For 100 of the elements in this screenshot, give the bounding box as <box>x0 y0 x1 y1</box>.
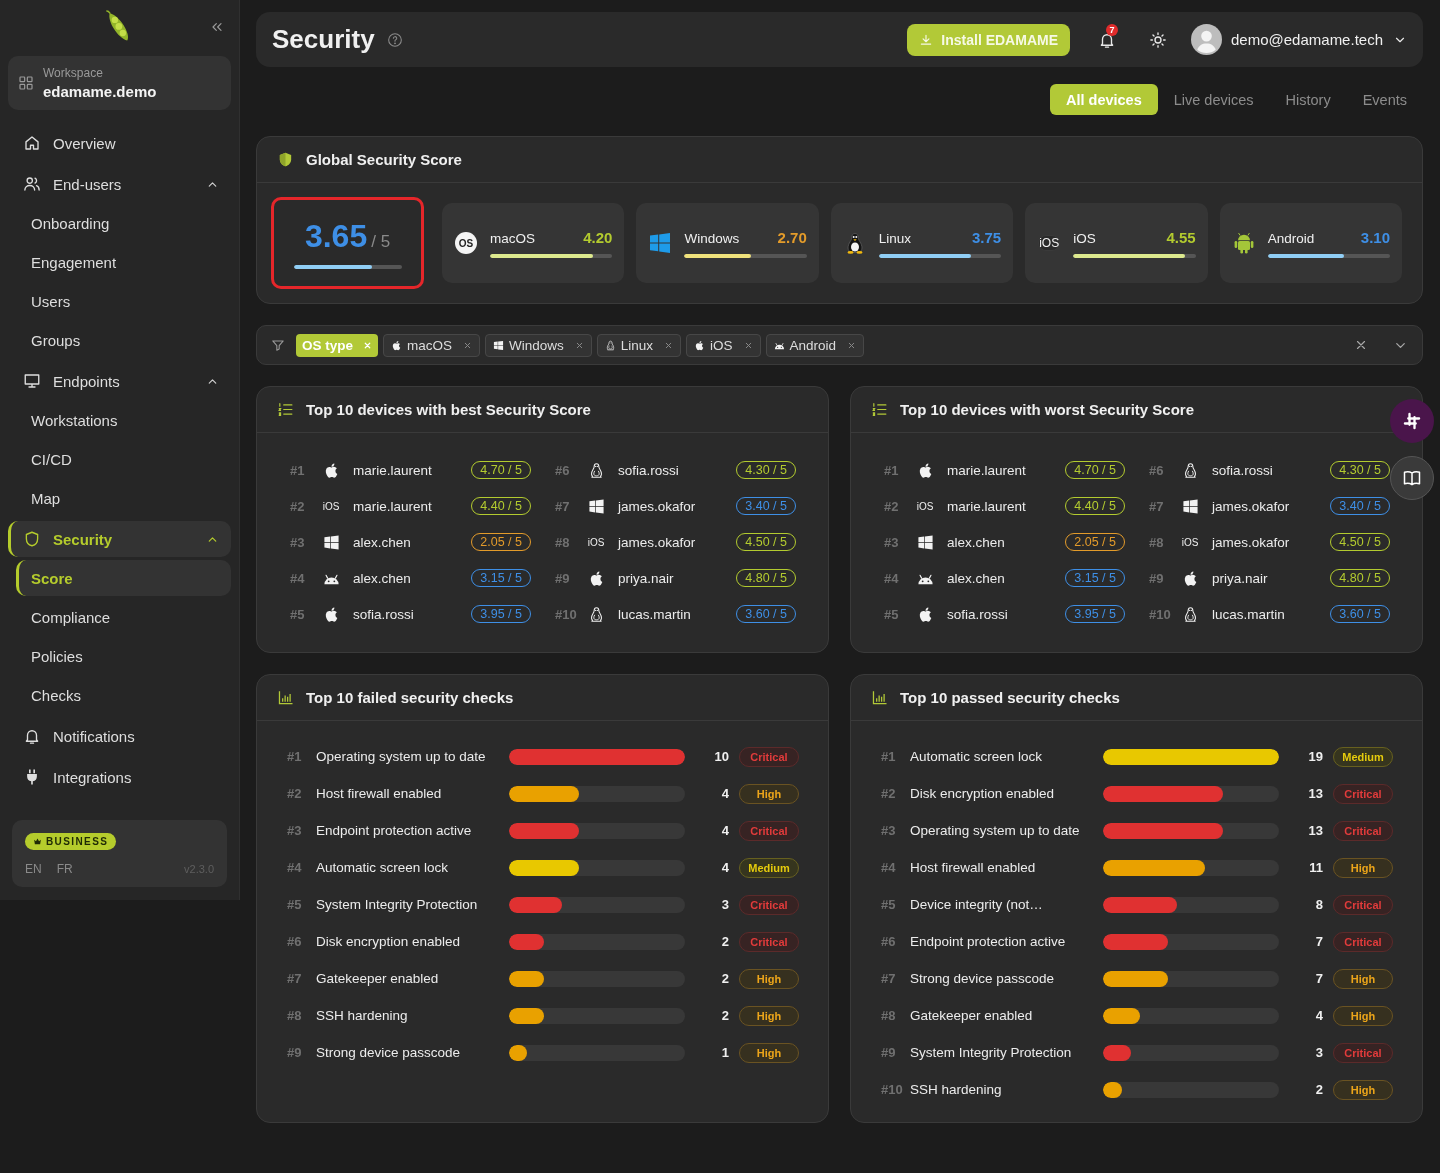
nav-item[interactable]: Notifications <box>8 718 231 754</box>
device-user[interactable]: sofia.rossi <box>1212 462 1273 478</box>
severity-pill: Critical <box>739 931 799 952</box>
remove-icon[interactable] <box>574 340 584 350</box>
close-icon[interactable] <box>1354 338 1368 352</box>
remove-icon[interactable] <box>463 340 473 350</box>
rank-label: #6 <box>287 934 303 949</box>
windows-icon <box>587 497 605 515</box>
device-user[interactable]: marie.laurent <box>947 498 1026 514</box>
nav-item[interactable]: Endpoints <box>8 363 231 399</box>
check-name: Endpoint protection active <box>316 823 473 838</box>
filter-icon[interactable] <box>271 338 285 352</box>
filter-chip[interactable]: iOS <box>686 333 761 357</box>
os-score: 4.20 <box>583 228 613 246</box>
check-name: Gatekeeper enabled <box>910 1008 1034 1023</box>
filter-chip[interactable]: Linux <box>596 333 682 357</box>
nav-subitem[interactable]: Workstations <box>16 402 231 438</box>
check-name: Disk encryption enabled <box>910 786 1056 801</box>
severity-pill: Critical <box>1333 820 1393 841</box>
apple-icon <box>694 339 706 351</box>
device-count: 13 <box>1307 823 1323 838</box>
user-email[interactable]: demo@edamame.tech <box>1231 31 1383 48</box>
ios-label: iOS <box>916 500 934 512</box>
nav-subitem[interactable]: Groups <box>16 322 231 358</box>
nav-item[interactable]: Integrations <box>8 759 231 795</box>
nav-subitem[interactable]: Compliance <box>16 599 231 635</box>
device-user[interactable]: marie.laurent <box>947 462 1026 478</box>
device-user[interactable]: lucas.martin <box>1212 606 1285 622</box>
notification-badge: 7 <box>1106 23 1118 36</box>
tab[interactable]: History <box>1269 84 1347 115</box>
device-count: 10 <box>713 749 729 764</box>
nav-item[interactable]: End-users <box>8 166 231 202</box>
rank-label: #9 <box>287 1045 303 1060</box>
device-user[interactable]: alex.chen <box>353 570 411 586</box>
help-icon[interactable] <box>386 31 403 48</box>
sun-icon[interactable] <box>1149 30 1167 49</box>
workspace-card[interactable]: Workspace edamame.demo <box>8 56 231 110</box>
rank-label: #5 <box>881 897 897 912</box>
device-count: 7 <box>1314 934 1323 949</box>
tab[interactable]: Events <box>1346 84 1423 115</box>
nav-item[interactable]: Security <box>8 521 231 557</box>
device-user[interactable]: marie.laurent <box>353 498 432 514</box>
device-user[interactable]: alex.chen <box>353 534 411 550</box>
rank-label: #3 <box>287 823 303 838</box>
severity-pill: Critical <box>739 894 799 915</box>
rank-label: #6 <box>555 462 571 478</box>
device-user[interactable]: alex.chen <box>947 570 1005 586</box>
check-name: Operating system up to date <box>910 823 1081 838</box>
language-option[interactable]: EN <box>25 862 42 876</box>
apple-icon <box>391 339 402 351</box>
device-count: 4 <box>1314 1008 1323 1023</box>
nav-subitem[interactable]: Policies <box>16 638 231 674</box>
device-user[interactable]: sofia.rossi <box>353 606 414 622</box>
plan-label: BUSINESS <box>46 836 109 847</box>
penguin-icon <box>604 339 616 351</box>
device-user[interactable]: james.okafor <box>1212 534 1290 550</box>
windows-icon <box>916 533 934 551</box>
os-score: 4.55 <box>1166 228 1196 246</box>
nav-subitem[interactable]: Score <box>16 560 231 596</box>
filter-chip[interactable]: Windows <box>485 333 592 357</box>
rank-label: #8 <box>287 1008 303 1023</box>
device-user[interactable]: james.okafor <box>618 534 696 550</box>
nav-subitem[interactable]: Map <box>16 480 231 516</box>
device-count: 2 <box>720 1008 729 1023</box>
rank-label: #4 <box>881 860 897 875</box>
device-user[interactable]: priya.nair <box>618 570 674 586</box>
tab[interactable]: Live devices <box>1157 84 1270 115</box>
device-user[interactable]: alex.chen <box>947 534 1005 550</box>
device-count: 2 <box>720 934 729 949</box>
device-user[interactable]: sofia.rossi <box>947 606 1008 622</box>
device-user[interactable]: sofia.rossi <box>618 462 679 478</box>
remove-icon[interactable] <box>664 340 674 350</box>
hash-icon <box>1402 411 1422 431</box>
remove-icon[interactable] <box>743 340 753 350</box>
filter-chip[interactable]: macOS <box>383 333 481 357</box>
rank-label: #3 <box>884 534 900 550</box>
device-user[interactable]: lucas.martin <box>618 606 691 622</box>
bar-chart-icon <box>871 689 888 706</box>
severity-pill: High <box>1333 1005 1393 1026</box>
os-name: macOS <box>490 230 535 246</box>
filter-chip[interactable]: Android <box>765 333 865 357</box>
nav-subitem[interactable]: CI/CD <box>16 441 231 477</box>
ios-label: iOS <box>1038 235 1061 251</box>
rank-label: #1 <box>881 749 897 764</box>
check-name: Disk encryption enabled <box>316 934 462 949</box>
nav-subitem[interactable]: Checks <box>16 677 231 713</box>
device-user[interactable]: james.okafor <box>618 498 696 514</box>
nav-subitem[interactable]: Engagement <box>16 244 231 280</box>
avatar-icon[interactable] <box>1191 24 1222 55</box>
severity-pill: High <box>739 1005 799 1026</box>
device-user[interactable]: marie.laurent <box>353 462 432 478</box>
device-user[interactable]: priya.nair <box>1212 570 1268 586</box>
nav-subitem[interactable]: Onboarding <box>16 205 231 241</box>
language-option[interactable]: FR <box>56 862 73 876</box>
remove-icon[interactable] <box>847 340 857 350</box>
device-count: 7 <box>1314 971 1323 986</box>
macos-badge: OS <box>455 232 477 254</box>
device-user[interactable]: james.okafor <box>1212 498 1290 514</box>
nav-subitem[interactable]: Users <box>16 283 231 319</box>
nav-item[interactable]: Overview <box>8 125 231 161</box>
